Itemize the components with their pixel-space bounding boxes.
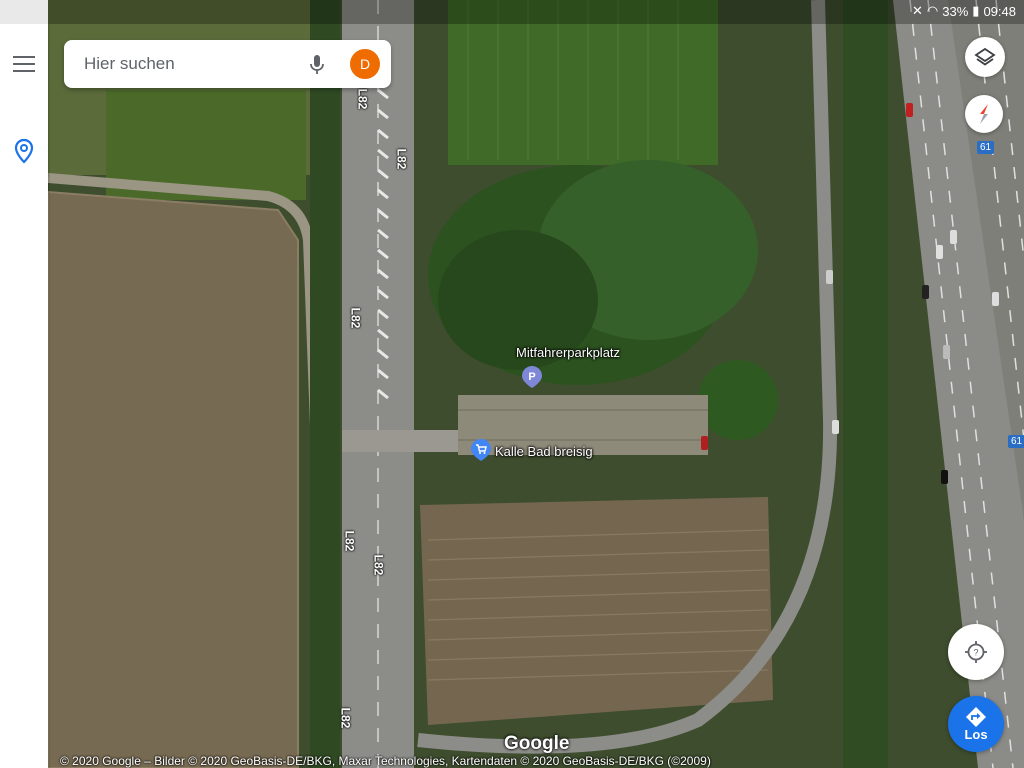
route-badge: 61	[977, 141, 995, 154]
svg-text:P: P	[528, 371, 535, 383]
shopping-cart-icon[interactable]	[471, 439, 491, 466]
status-bar: ✕ ◠ 33% ▮ 09:48	[0, 0, 1024, 24]
road-label: L82	[394, 148, 409, 170]
mute-icon: ✕	[912, 3, 923, 18]
menu-icon[interactable]	[13, 56, 35, 72]
my-location-button[interactable]: ?	[948, 624, 1004, 680]
directions-icon	[966, 707, 986, 727]
road-label: L82	[342, 530, 357, 552]
directions-label: Los	[964, 727, 988, 742]
battery-level: 33%	[942, 3, 969, 19]
compass-icon	[980, 104, 988, 124]
account-avatar[interactable]: D	[350, 49, 380, 79]
google-logo: Google	[504, 733, 570, 754]
directions-button[interactable]: Los	[948, 696, 1004, 752]
my-location-icon: ?	[965, 641, 987, 663]
location-pin-icon[interactable]	[12, 138, 36, 169]
road-label: L82	[348, 307, 363, 329]
clock: 09:48	[983, 3, 1016, 19]
road-label: L82	[338, 707, 353, 729]
road-label: L82	[371, 554, 386, 576]
layers-button[interactable]	[965, 37, 1005, 77]
road-label: L82	[355, 88, 370, 110]
search-box: D	[64, 40, 391, 88]
sidebar	[0, 24, 48, 768]
search-input[interactable]	[84, 40, 284, 88]
route-badge: 61	[1008, 435, 1024, 448]
parking-place-label[interactable]: Mitfahrerparkplatz	[516, 345, 620, 360]
status-icons: ✕ ◠ 33% ▮ 09:48	[912, 3, 1016, 19]
shop-place-label[interactable]: Kalle Bad breisig	[495, 444, 593, 459]
battery-icon: ▮	[972, 3, 980, 18]
status-bar-left-segment	[0, 0, 48, 24]
map-copyright: © 2020 Google – Bilder © 2020 GeoBasis-D…	[60, 754, 711, 768]
layers-icon	[974, 47, 996, 66]
svg-text:?: ?	[973, 648, 978, 658]
compass-button[interactable]	[965, 95, 1003, 133]
mic-icon[interactable]	[308, 54, 326, 81]
parking-icon[interactable]: P	[522, 366, 542, 393]
wifi-icon: ◠	[926, 3, 939, 18]
